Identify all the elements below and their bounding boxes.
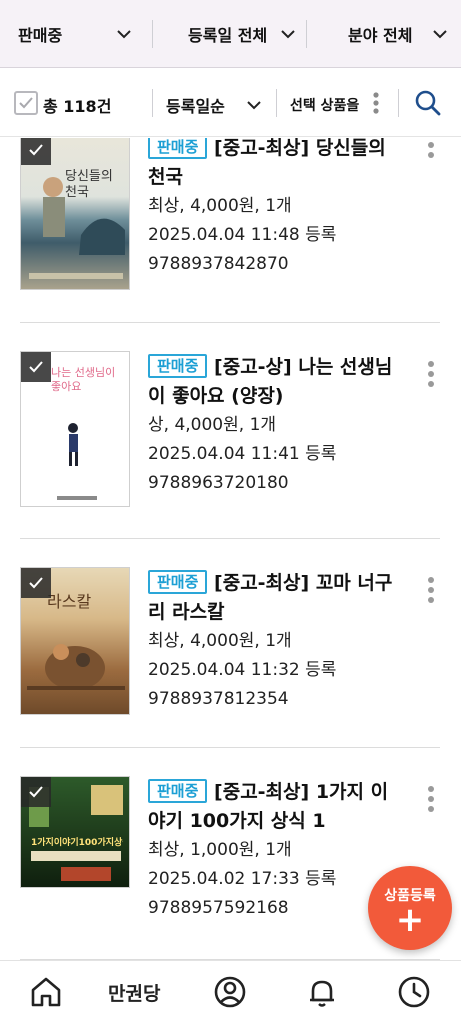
item-checkbox[interactable]	[21, 568, 51, 598]
sort-label: 등록일순	[166, 97, 225, 116]
item-price-line: 최상, 4,000원, 1개	[148, 631, 292, 651]
product-list[interactable]: 당신들의 천국 판매중 [중고-최상] 당신들의 천국 최상, 4,000원, …	[0, 138, 461, 960]
selection-action-label: 선택 상품을	[290, 98, 360, 114]
filter-bar: 판매중 등록일 전체 분야 전체	[0, 0, 461, 68]
status-badge: 판매중	[148, 779, 208, 803]
item-checkbox[interactable]	[21, 777, 51, 807]
check-icon	[29, 361, 43, 373]
plus-icon: +	[395, 900, 425, 940]
check-icon	[29, 577, 43, 589]
item-isbn: 9788957592168	[148, 898, 289, 918]
item-more-button[interactable]	[424, 784, 438, 814]
divider	[306, 20, 307, 48]
clock-icon[interactable]	[397, 975, 431, 1009]
chevron-down-icon	[433, 30, 447, 39]
check-icon	[29, 144, 43, 156]
status-filter-label: 판매중	[18, 25, 63, 45]
bell-icon[interactable]	[305, 975, 339, 1009]
book-cover-title: 1가지이야기100가지상식	[31, 838, 123, 848]
item-title[interactable]: 판매중 [중고-최상] 꼬마 너구리 라스칼	[148, 569, 394, 627]
list-item[interactable]: 당신들의 천국 판매중 [중고-최상] 당신들의 천국 최상, 4,000원, …	[20, 138, 440, 323]
date-filter-dropdown[interactable]: 등록일 전체	[188, 0, 300, 67]
date-filter-label: 등록일 전체	[188, 25, 268, 45]
more-vertical-icon	[373, 92, 379, 114]
total-count: 총 118건	[43, 97, 112, 116]
home-icon[interactable]	[29, 975, 63, 1009]
item-title[interactable]: 판매중 [중고-상] 나는 선생님이 좋아요 (양장)	[148, 353, 394, 411]
item-checkbox[interactable]	[21, 138, 51, 165]
status-badge: 판매중	[148, 570, 208, 594]
item-more-button[interactable]	[424, 138, 438, 160]
book-cover: 라스칼	[20, 567, 130, 715]
search-icon[interactable]	[414, 89, 442, 117]
item-checkbox[interactable]	[21, 352, 51, 382]
bottom-nav: 만권당	[0, 960, 461, 1024]
category-filter-label: 분야 전체	[348, 25, 413, 45]
chevron-down-icon	[117, 30, 131, 39]
item-more-button[interactable]	[424, 575, 438, 605]
list-item[interactable]: 라스칼 판매중 [중고-최상] 꼬마 너구리 라스칼 최상, 4,000원, 1…	[20, 539, 440, 748]
item-isbn: 9788963720180	[148, 473, 289, 493]
item-isbn: 9788937812354	[148, 689, 289, 709]
list-item[interactable]: 나는 선생님이 좋아요 판매중 [중고-상] 나는 선생님이 좋아요 (양장) …	[20, 323, 440, 539]
status-badge: 판매중	[148, 354, 208, 378]
nav-shop-label[interactable]: 만권당	[108, 979, 160, 1006]
item-date-line: 2025.04.04 11:48 등록	[148, 225, 337, 245]
item-title[interactable]: 판매중 [중고-최상] 1가지 이야기 100가지 상식 1	[148, 778, 394, 836]
select-all-checkbox[interactable]	[14, 91, 38, 115]
selection-action-menu[interactable]: 선택 상품을	[290, 69, 386, 137]
check-icon	[19, 97, 33, 109]
divider	[152, 20, 153, 48]
chevron-down-icon	[247, 101, 261, 110]
book-cover-title: 당신들의 천국	[65, 169, 113, 200]
item-title[interactable]: 판매중 [중고-최상] 당신들의 천국	[148, 138, 394, 192]
item-isbn: 9788937842870	[148, 254, 289, 274]
divider	[152, 89, 153, 117]
book-cover-title: 나는 선생님이 좋아요	[51, 366, 116, 393]
item-more-button[interactable]	[424, 359, 438, 389]
add-product-button[interactable]: 상품등록 +	[368, 866, 452, 950]
profile-icon[interactable]	[213, 975, 247, 1009]
book-cover-title: 라스칼	[47, 592, 92, 611]
list-toolbar: 총 118건 등록일순 선택 상품을	[0, 69, 461, 137]
book-cover: 당신들의 천국	[20, 138, 130, 290]
check-icon	[29, 786, 43, 798]
item-price-line: 최상, 1,000원, 1개	[148, 840, 292, 860]
category-filter-dropdown[interactable]: 분야 전체	[348, 0, 452, 67]
status-badge: 판매중	[148, 138, 208, 159]
item-date-line: 2025.04.04 11:41 등록	[148, 444, 337, 464]
sort-dropdown[interactable]: 등록일순	[166, 69, 266, 137]
book-cover: 1가지이야기100가지상식	[20, 776, 130, 888]
divider	[276, 89, 277, 117]
chevron-down-icon	[281, 30, 295, 39]
book-cover: 나는 선생님이 좋아요	[20, 351, 130, 507]
item-price-line: 상, 4,000원, 1개	[148, 415, 277, 435]
status-filter-dropdown[interactable]: 판매중	[18, 0, 136, 67]
divider	[398, 89, 399, 117]
item-date-line: 2025.04.02 17:33 등록	[148, 869, 337, 889]
item-date-line: 2025.04.04 11:32 등록	[148, 660, 337, 680]
item-price-line: 최상, 4,000원, 1개	[148, 196, 292, 216]
